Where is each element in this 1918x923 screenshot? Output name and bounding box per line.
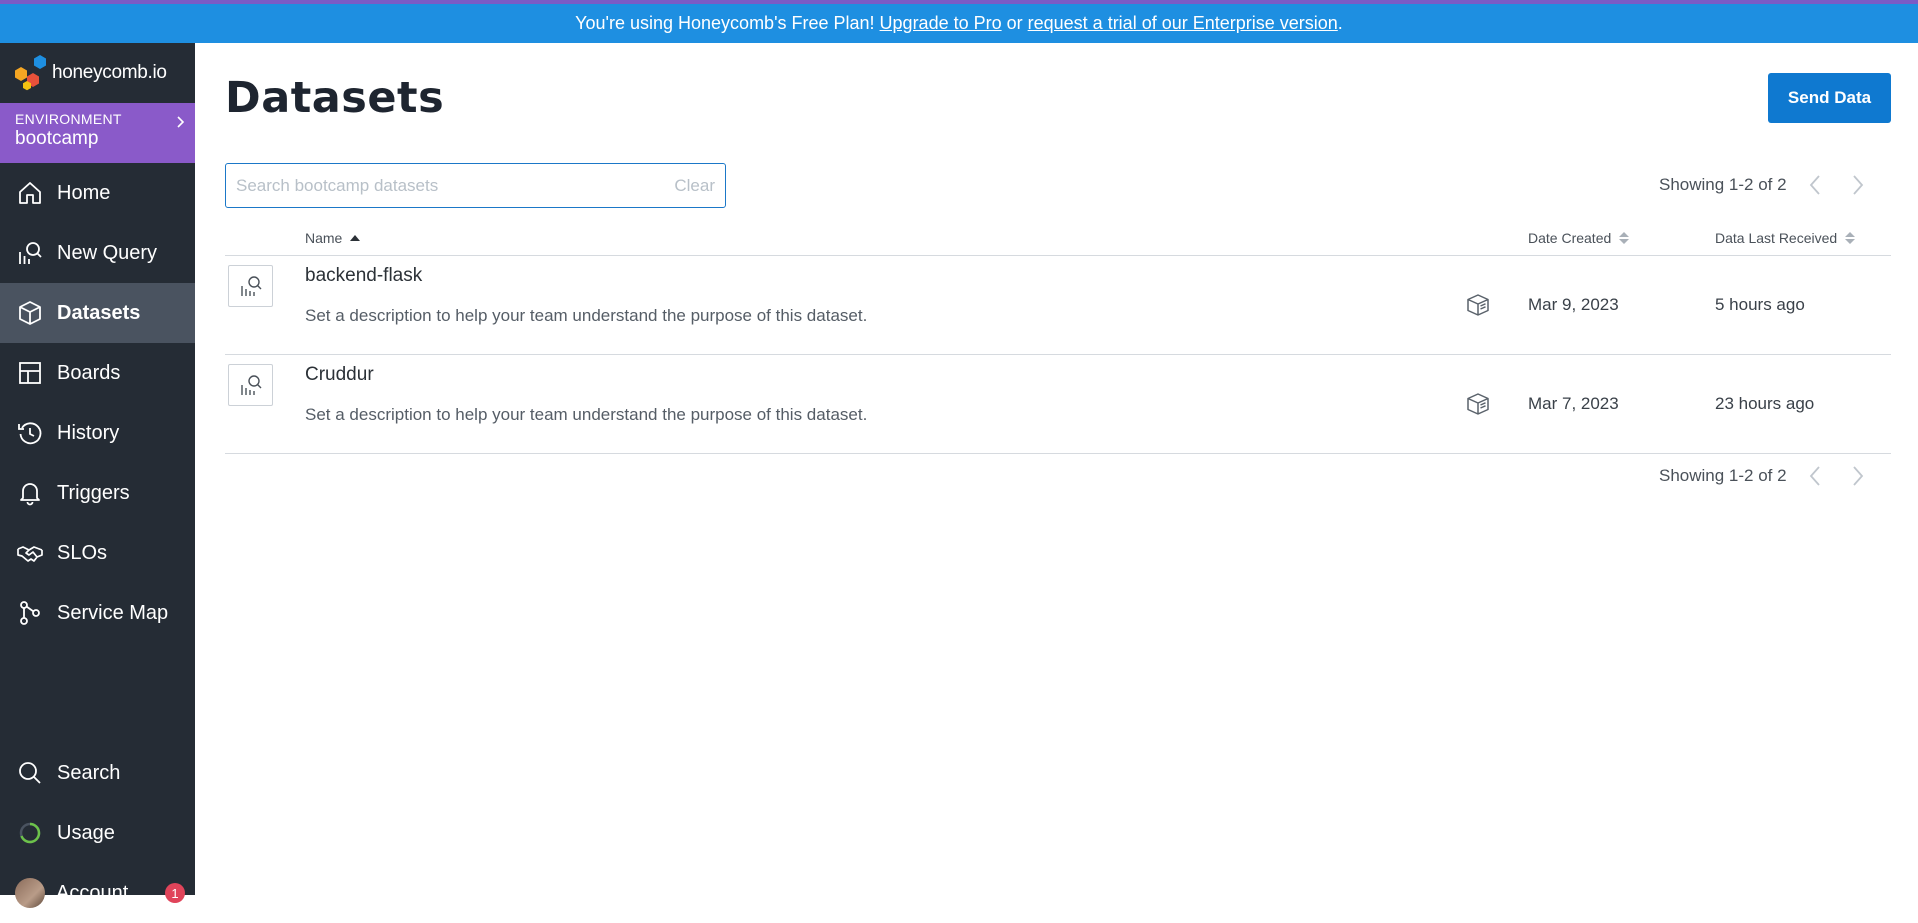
environment-switcher[interactable]: ENVIRONMENT bootcamp [0,103,195,163]
sort-icon [1845,232,1856,244]
nav-item-label: Search [57,761,121,784]
send-data-button[interactable]: Send Data [1768,73,1891,123]
dataset-search: Clear [225,163,726,208]
chevron-right-icon [177,116,185,128]
column-header-date-created[interactable]: Date Created [1528,230,1631,246]
table-row[interactable]: Cruddur Set a description to help your t… [225,355,1891,454]
date-created-cell: Mar 7, 2023 [1528,394,1619,413]
logo-text: honeycomb.io [52,62,167,83]
history-icon [16,419,44,447]
enterprise-trial-link[interactable]: request a trial of our Enterprise versio… [1028,13,1338,34]
column-header-last-received[interactable]: Data Last Received [1715,230,1857,246]
sidebar-bottom: Search Usage Account 1 [0,743,195,923]
chevron-right-icon [1852,466,1863,486]
avatar [15,878,45,908]
boards-icon [16,359,44,387]
table-row[interactable]: backend-flask Set a description to help … [225,256,1891,355]
handshake-icon [16,539,44,567]
dataset-name-link[interactable]: backend-flask [305,265,422,287]
column-label: Name [305,230,343,246]
nav-item-label: New Query [57,241,158,264]
column-label: Date Created [1528,230,1612,246]
table-header: Name Date Created Data Last Received [225,226,1891,256]
nav-item-new-query[interactable]: New Query [0,223,195,283]
environment-name: bootcamp [15,128,99,149]
nav-item-usage[interactable]: Usage [0,803,195,863]
pagination-top: Showing 1-2 of 2 [1659,170,1873,200]
nav-item-triggers[interactable]: Triggers [0,463,195,523]
prev-page-button[interactable] [1800,170,1830,200]
banner-text-or: or [1001,13,1028,33]
pagination-text: Showing 1-2 of 2 [1659,175,1787,194]
nav-item-label: SLOs [57,541,108,564]
banner-text: You're using Honeycomb's Free Plan! [575,13,880,33]
nav-item-label: Boards [57,361,121,384]
notification-badge: 1 [165,883,185,903]
nav-item-boards[interactable]: Boards [0,343,195,403]
prev-page-button[interactable] [1800,461,1830,491]
upgrade-link[interactable]: Upgrade to Pro [880,13,1002,34]
search-icon [16,759,44,787]
honeycomb-logo[interactable]: honeycomb.io [0,43,195,103]
column-label: Data Last Received [1715,230,1838,246]
pagination-text: Showing 1-2 of 2 [1659,466,1787,485]
nav-item-label: Home [57,181,111,204]
nav-item-datasets[interactable]: Datasets [0,283,195,343]
main-content: Datasets Send Data Clear Showing 1-2 of … [195,43,1918,895]
pagination-bottom: Showing 1-2 of 2 [1659,461,1873,491]
service-map-icon [16,599,44,627]
dataset-schema-icon[interactable] [1465,391,1491,417]
nav-item-label: Service Map [57,601,169,624]
last-received-cell: 5 hours ago [1715,295,1805,314]
sidebar: honeycomb.io ENVIRONMENT bootcamp Home N… [0,43,195,908]
next-page-button[interactable] [1843,170,1873,200]
chevron-right-icon [1852,175,1863,195]
free-plan-banner: You're using Honeycomb's Free Plan! Upgr… [0,4,1918,43]
nav-item-label: Datasets [57,301,141,324]
usage-icon [16,819,44,847]
dataset-query-icon[interactable] [228,364,273,406]
date-created-cell: Mar 9, 2023 [1528,295,1619,314]
nav-item-search[interactable]: Search [0,743,195,803]
sort-icon [1619,232,1630,244]
next-page-button[interactable] [1843,461,1873,491]
nav-item-label: Account [56,881,129,904]
datasets-icon [16,299,44,327]
nav-item-slos[interactable]: SLOs [0,523,195,583]
dataset-name-link[interactable]: Cruddur [305,364,374,386]
nav-item-label: History [57,421,120,444]
nav-item-history[interactable]: History [0,403,195,463]
banner-text-suffix: . [1337,13,1343,33]
dataset-description: Set a description to help your team unde… [305,405,868,424]
nav-item-service-map[interactable]: Service Map [0,583,195,643]
clear-button[interactable]: Clear [674,176,715,196]
sort-ascending-icon [350,235,361,241]
nav-item-home[interactable]: Home [0,163,195,223]
nav-item-label: Triggers [57,481,130,504]
environment-label: ENVIRONMENT [15,111,122,127]
dataset-query-icon[interactable] [228,265,273,307]
search-input[interactable] [236,175,675,196]
column-header-name[interactable]: Name [305,230,362,246]
nav-item-label: Usage [57,821,115,844]
new-query-icon [16,239,44,267]
page-title: Datasets [225,73,445,123]
last-received-cell: 23 hours ago [1715,394,1815,413]
dataset-description: Set a description to help your team unde… [305,306,868,325]
home-icon [16,179,44,207]
bell-icon [16,479,44,507]
dataset-schema-icon[interactable] [1465,292,1491,318]
chevron-left-icon [1809,175,1820,195]
nav-item-account[interactable]: Account 1 [0,863,195,923]
honeycomb-logo-icon [15,55,46,91]
chevron-left-icon [1809,466,1820,486]
